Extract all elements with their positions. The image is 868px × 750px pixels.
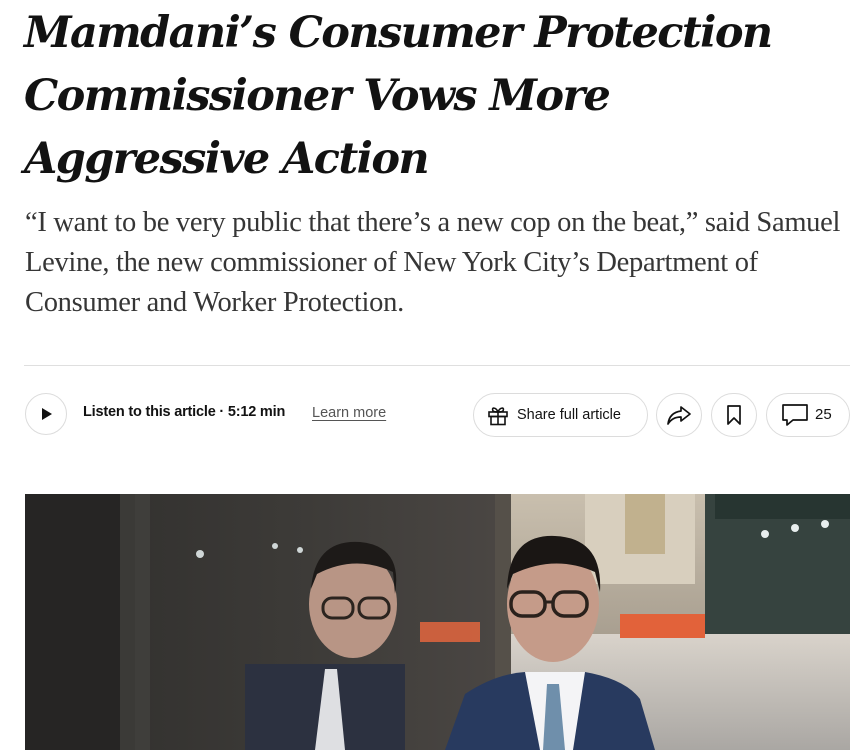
share-full-article-label: Share full article (517, 407, 621, 423)
listen-text: Listen to this article (83, 404, 216, 420)
article-summary: “I want to be very public that there’s a… (25, 207, 841, 318)
share-button[interactable] (656, 393, 702, 437)
divider (24, 365, 850, 366)
comment-count: 25 (815, 405, 832, 423)
share-full-article-button[interactable]: Share full article (473, 393, 648, 437)
share-arrow-icon (667, 406, 691, 425)
article-photo (25, 494, 850, 750)
comments-button[interactable]: 25 (766, 393, 850, 437)
bookmark-icon (727, 405, 741, 425)
listen-label: Listen to this article · 5:12 min (83, 404, 285, 420)
headline: Mamdani’s Consumer Protection Commission… (24, 8, 773, 184)
play-icon (42, 408, 52, 420)
photo-illustration (25, 494, 850, 750)
listen-separator: · (215, 404, 228, 420)
save-button[interactable] (711, 393, 757, 437)
listen-play-button[interactable] (25, 393, 67, 435)
learn-more-link[interactable]: Learn more (312, 405, 386, 421)
listen-duration: 5:12 min (227, 404, 286, 420)
gift-icon (488, 407, 508, 426)
comment-bubble-icon (782, 404, 808, 426)
